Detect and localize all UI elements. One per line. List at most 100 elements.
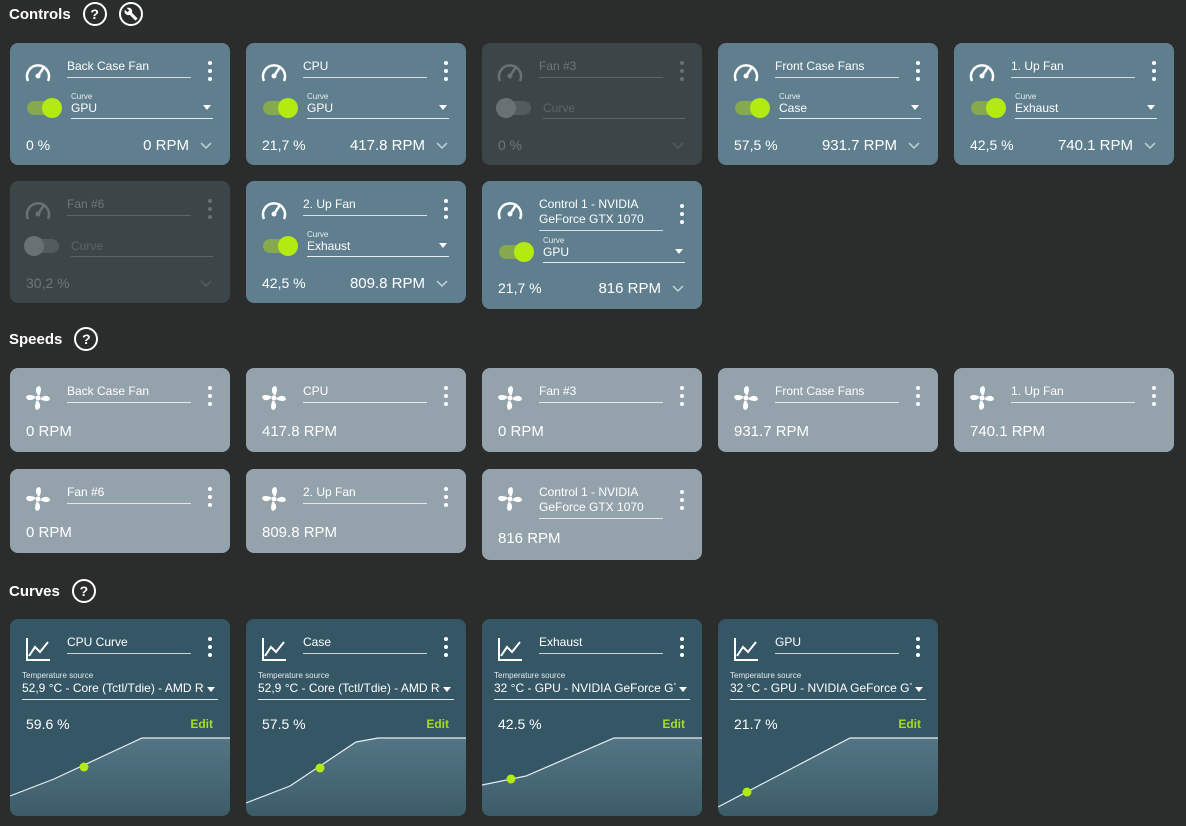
more-options-icon[interactable] [206, 487, 214, 507]
speed-name[interactable]: 1. Up Fan [1011, 384, 1135, 403]
more-options-icon[interactable] [206, 61, 214, 81]
speed-name[interactable]: Fan #3 [539, 384, 663, 403]
temperature-source-select[interactable]: 52,9 °C - Core (Tctl/Tdie) - AMD Ryzen [22, 681, 218, 700]
curve-select[interactable]: Curve GPU [71, 92, 213, 119]
more-options-icon[interactable] [678, 61, 686, 81]
more-options-icon[interactable] [442, 386, 450, 406]
chevron-down-icon[interactable] [436, 278, 448, 290]
control-percent: 0 % [26, 137, 51, 153]
speed-rpm: 740.1 RPM [970, 423, 1046, 440]
curve-point [315, 763, 325, 773]
control-name[interactable]: Back Case Fan [67, 59, 191, 78]
dropdown-arrow-icon [207, 687, 215, 692]
more-options-icon[interactable] [914, 386, 922, 406]
more-options-icon[interactable] [442, 61, 450, 81]
chevron-down-icon[interactable] [672, 283, 684, 295]
chevron-down-icon[interactable] [908, 140, 920, 152]
chevron-down-icon[interactable] [200, 278, 212, 290]
curves-help-button[interactable]: ? [71, 579, 96, 603]
more-options-icon[interactable] [206, 637, 214, 657]
control-card: Fan #3 Curve 0 % [482, 43, 702, 165]
more-options-icon[interactable] [206, 199, 214, 219]
chevron-down-icon[interactable] [1144, 140, 1156, 152]
control-name[interactable]: 1. Up Fan [1011, 59, 1135, 78]
more-options-icon[interactable] [206, 386, 214, 406]
question-icon: ? [79, 583, 89, 599]
speed-name[interactable]: 2. Up Fan [303, 485, 427, 504]
speeds-help-button[interactable]: ? [74, 327, 99, 351]
curve-select-value: Exhaust [307, 239, 351, 253]
temperature-source-select[interactable]: 32 °C - GPU - NVIDIA GeForce GTX 1070 [730, 681, 926, 700]
control-toggle[interactable] [735, 98, 770, 118]
curve-point [506, 774, 516, 784]
temperature-source-select[interactable]: 32 °C - GPU - NVIDIA GeForce GTX 1070 [494, 681, 690, 700]
speed-name[interactable]: Front Case Fans [775, 384, 899, 403]
more-options-icon[interactable] [914, 637, 922, 657]
curve-select-value: GPU [543, 245, 570, 259]
curve-name[interactable]: Case [303, 635, 427, 654]
more-options-icon[interactable] [678, 386, 686, 406]
dropdown-arrow-icon [911, 105, 919, 110]
control-rpm: 809.8 RPM [349, 275, 425, 292]
speed-name[interactable]: Back Case Fan [67, 384, 191, 403]
controls-help-button[interactable]: ? [82, 2, 107, 26]
controls-settings-button[interactable] [118, 2, 143, 26]
curve-select[interactable]: Curve Exhaust [307, 230, 449, 257]
chart-line-icon [26, 638, 50, 661]
control-toggle[interactable] [499, 242, 534, 262]
chevron-down-icon[interactable] [200, 140, 212, 152]
control-card: Front Case Fans Curve Case 57,5 % 931.7 … [718, 43, 938, 165]
curve-select[interactable]: Curve Exhaust [1015, 92, 1157, 119]
gauge-icon [497, 202, 523, 220]
speed-name[interactable]: Fan #6 [67, 485, 191, 504]
curve-name[interactable]: CPU Curve [67, 635, 191, 654]
more-options-icon[interactable] [442, 637, 450, 657]
more-options-icon[interactable] [1150, 61, 1158, 81]
control-name[interactable]: Fan #3 [539, 59, 663, 78]
temperature-source-select[interactable]: 52,9 °C - Core (Tctl/Tdie) - AMD Ryzen [258, 681, 454, 700]
curve-select[interactable]: Curve Case [779, 92, 921, 119]
curve-name[interactable]: Exhaust [539, 635, 663, 654]
control-percent: 0 % [498, 137, 523, 153]
control-card: 2. Up Fan Curve Exhaust 42,5 % 809.8 RPM [246, 181, 466, 303]
more-options-icon[interactable] [914, 61, 922, 81]
control-toggle[interactable] [496, 98, 531, 118]
speed-name[interactable]: Control 1 - NVIDIA GeForce GTX 1070 [539, 485, 663, 519]
curve-select[interactable]: Curve GPU [543, 236, 685, 263]
control-name[interactable]: CPU [303, 59, 427, 78]
control-name[interactable]: Fan #6 [67, 197, 191, 216]
speed-rpm: 417.8 RPM [262, 423, 338, 440]
speed-name[interactable]: CPU [303, 384, 427, 403]
question-icon: ? [90, 6, 99, 22]
control-percent: 21,7 % [262, 137, 306, 153]
curve-select[interactable]: Curve GPU [307, 92, 449, 119]
control-toggle[interactable] [24, 236, 59, 256]
speeds-grid: Back Case Fan 0 RPM CPU 417.8 RPM Fan #3… [10, 368, 1176, 560]
more-options-icon[interactable] [678, 204, 686, 224]
gauge-icon [261, 202, 287, 220]
more-options-icon[interactable] [442, 199, 450, 219]
temperature-source-label: Temperature source [258, 671, 330, 680]
curve-select-value: Curve [71, 239, 104, 253]
chevron-down-icon[interactable] [436, 140, 448, 152]
speed-card: Back Case Fan 0 RPM [10, 368, 230, 452]
curve-select[interactable]: Curve [543, 92, 685, 119]
curve-card: CPU Curve Temperature source 52,9 °C - C… [10, 619, 230, 816]
chevron-down-icon[interactable] [672, 140, 684, 152]
control-toggle[interactable] [27, 98, 62, 118]
control-toggle[interactable] [971, 98, 1006, 118]
control-name[interactable]: 2. Up Fan [303, 197, 427, 216]
gauge-icon [733, 64, 759, 82]
more-options-icon[interactable] [442, 487, 450, 507]
control-name[interactable]: Front Case Fans [775, 59, 899, 78]
dropdown-arrow-icon [439, 243, 447, 248]
control-toggle[interactable] [263, 236, 298, 256]
curve-name[interactable]: GPU [775, 635, 899, 654]
more-options-icon[interactable] [678, 490, 686, 510]
control-toggle[interactable] [263, 98, 298, 118]
more-options-icon[interactable] [1150, 386, 1158, 406]
control-name[interactable]: Control 1 - NVIDIA GeForce GTX 1070 [539, 197, 663, 231]
more-options-icon[interactable] [678, 637, 686, 657]
control-card: Fan #6 Curve 30,2 % [10, 181, 230, 303]
curve-select[interactable]: Curve [71, 230, 213, 257]
